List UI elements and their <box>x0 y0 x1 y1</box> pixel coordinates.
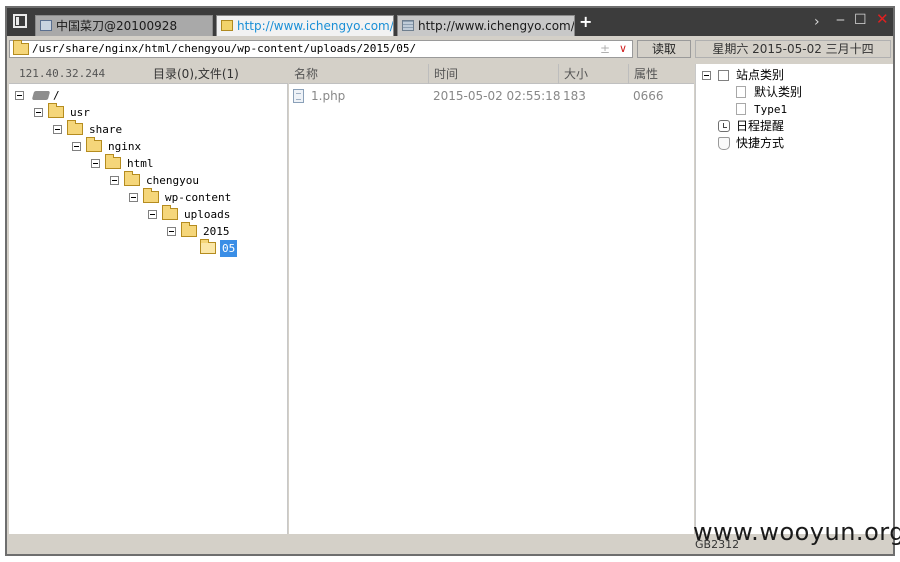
folder-icon <box>181 222 197 237</box>
minimize-button[interactable]: ‒ <box>836 12 845 28</box>
directory-tree-panel: 121.40.32.244 目录(0),文件(1) / usr share ng… <box>9 64 288 534</box>
tree-node-shortcuts[interactable]: 快捷方式 <box>718 135 878 152</box>
tab-label: 中国菜刀@20100928 <box>56 19 178 33</box>
tree-label: share <box>89 123 123 136</box>
server-ip: 121.40.32.244 <box>19 67 106 80</box>
collapse-icon[interactable] <box>167 227 176 236</box>
file-icon <box>293 89 304 103</box>
table-row[interactable]: 1.php 2015-05-02 02:55:18 183 0666 <box>289 86 694 106</box>
type1-label: Type1 <box>754 103 788 116</box>
tree-label: html <box>127 157 154 170</box>
tree-label-selected: 05 <box>220 240 238 257</box>
column-attr[interactable]: 属性 <box>629 64 694 84</box>
column-time[interactable]: 时间 <box>429 64 559 84</box>
app-window: 中国菜刀@20100928 http://www.ichengyo.com/w.… <box>5 6 895 556</box>
folder-icon <box>162 205 178 220</box>
folder-icon <box>48 103 64 118</box>
database-icon <box>402 20 414 31</box>
folder-icon <box>221 20 233 31</box>
file-name: 1.php <box>311 89 346 103</box>
folder-icon <box>67 120 83 135</box>
chevron-right-icon[interactable]: › <box>814 14 820 30</box>
hand-icon <box>718 137 730 150</box>
chevron-down-icon[interactable]: ∨ <box>619 41 627 57</box>
collapse-icon[interactable] <box>72 142 81 151</box>
tree-label: uploads <box>184 208 231 221</box>
tab-site-2[interactable]: http://www.ichengyo.com/w... <box>397 15 575 36</box>
file-list-header: 名称 时间 大小 属性 <box>289 64 694 84</box>
file-time: 2015-05-02 02:55:18 <box>433 89 561 103</box>
shortcuts-label: 快捷方式 <box>736 136 785 150</box>
tree-label: wp-content <box>165 191 232 204</box>
site-category-label: 站点类别 <box>736 68 785 82</box>
tree-node-type1[interactable]: Type1 <box>736 101 876 118</box>
tree-label: usr <box>70 106 90 119</box>
clock-icon <box>718 120 730 132</box>
folder-icon <box>143 188 159 203</box>
drive-icon <box>31 91 51 100</box>
path-text: /usr/share/nginx/html/chengyou/wp-conten… <box>32 42 417 55</box>
default-category-label: 默认类别 <box>754 85 803 99</box>
document-icon <box>736 86 746 98</box>
close-button[interactable]: ✕ <box>876 11 889 27</box>
tab-label: http://www.ichengyo.com/w... <box>418 19 575 33</box>
date-display: 星期六 2015-05-02 三月十四 <box>695 40 891 58</box>
tree-label: / <box>53 89 60 102</box>
collapse-icon[interactable] <box>53 125 62 134</box>
watermark: www.wooyun.org <box>693 518 900 546</box>
schedule-label: 日程提醒 <box>736 119 785 133</box>
folder-icon <box>13 40 29 55</box>
collapse-icon[interactable] <box>110 176 119 185</box>
tree-header: 121.40.32.244 目录(0),文件(1) <box>9 64 288 84</box>
title-bar: 中国菜刀@20100928 http://www.ichengyo.com/w.… <box>7 8 893 36</box>
column-name[interactable]: 名称 <box>289 64 429 84</box>
tab-caidao[interactable]: 中国菜刀@20100928 <box>35 15 213 36</box>
file-attr: 0666 <box>633 89 664 103</box>
tree-label: chengyou <box>146 174 199 187</box>
collapse-icon[interactable] <box>148 210 157 219</box>
collapse-icon[interactable] <box>91 159 100 168</box>
folder-icon <box>86 137 102 152</box>
tab-label: http://www.ichengyo.com/w... <box>237 19 394 33</box>
dir-file-counts: 目录(0),文件(1) <box>153 67 239 81</box>
document-icon <box>736 103 746 115</box>
tree-node-site-category[interactable]: 站点类别 <box>702 67 882 84</box>
maximize-button[interactable]: ☐ <box>854 12 867 28</box>
address-bar: /usr/share/nginx/html/chengyou/wp-conten… <box>7 36 893 62</box>
collapse-icon[interactable] <box>34 108 43 117</box>
collapse-icon[interactable] <box>15 91 24 100</box>
tree-node-schedule[interactable]: 日程提醒 <box>718 118 878 135</box>
column-size[interactable]: 大小 <box>559 64 629 84</box>
path-input[interactable]: /usr/share/nginx/html/chengyou/wp-conten… <box>9 40 633 58</box>
app-icon <box>40 20 52 31</box>
window-menu-icon[interactable] <box>13 14 27 28</box>
file-size: 183 <box>563 89 586 103</box>
folder-icon <box>124 171 140 186</box>
plus-minus-icon[interactable]: ± <box>600 41 610 57</box>
tree-node-default-category[interactable]: 默认类别 <box>736 84 876 101</box>
category-icon <box>718 70 729 81</box>
folder-icon <box>105 154 121 169</box>
tree-label: 2015 <box>203 225 230 238</box>
new-tab-button[interactable]: + <box>579 13 592 31</box>
tab-site-active[interactable]: http://www.ichengyo.com/w... <box>216 15 394 36</box>
folder-open-icon <box>200 239 216 254</box>
collapse-icon[interactable] <box>702 71 711 80</box>
collapse-icon[interactable] <box>129 193 138 202</box>
read-button[interactable]: 读取 <box>637 40 691 58</box>
tree-label: nginx <box>108 140 142 153</box>
file-list-panel: 名称 时间 大小 属性 1.php 2015-05-02 02:55:18 18… <box>289 64 694 534</box>
site-category-panel: 站点类别 默认类别 Type1 日程提醒 快捷方式 <box>695 64 893 534</box>
